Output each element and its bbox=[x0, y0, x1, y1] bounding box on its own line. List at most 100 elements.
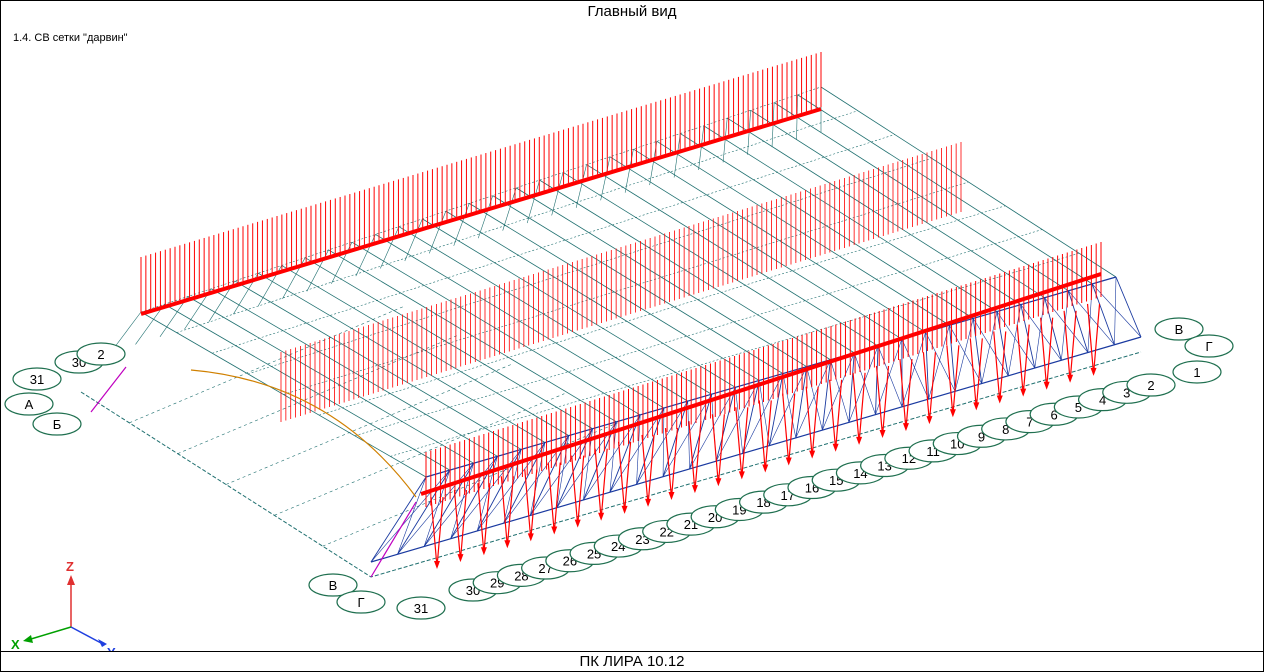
ground-grid-line bbox=[177, 335, 458, 454]
wall-load-arrowhead bbox=[457, 554, 464, 563]
wall-load-arrowhead bbox=[1067, 374, 1074, 383]
z-axis-arrow bbox=[67, 575, 75, 585]
rafter-back bbox=[404, 218, 423, 262]
rafter-front bbox=[492, 195, 784, 374]
wall-load-diagram bbox=[852, 372, 866, 443]
ground-grid-line bbox=[129, 305, 405, 424]
wall-load-arrowhead bbox=[856, 436, 863, 445]
rafter-front bbox=[469, 203, 760, 381]
x-axis-label: X bbox=[11, 637, 20, 651]
rafter-back bbox=[355, 234, 376, 277]
rafter-front bbox=[633, 148, 926, 333]
wall-brace bbox=[423, 456, 498, 547]
wall-load-diagram bbox=[735, 407, 749, 478]
wall-load-arrowhead bbox=[902, 423, 909, 432]
rafter-back bbox=[502, 187, 517, 231]
wall-load-diagram bbox=[922, 352, 937, 423]
window-title: Главный вид bbox=[0, 0, 1264, 23]
wall-load-arrowhead bbox=[1043, 381, 1050, 390]
wall-load-arrowhead bbox=[973, 402, 980, 411]
column-front bbox=[1067, 290, 1089, 353]
wall-brace bbox=[996, 311, 1036, 369]
y-axis-arrow bbox=[98, 639, 107, 647]
wall-load-arrowhead bbox=[621, 505, 628, 514]
wall-load-arrowhead bbox=[598, 512, 605, 521]
wall-brace bbox=[450, 463, 474, 539]
wall-load-diagram bbox=[829, 379, 843, 450]
grid-axis-front-label: 2 bbox=[1147, 378, 1154, 393]
eave-load-chord bbox=[420, 272, 1102, 496]
grid-axis-g-bottom-label: Г bbox=[357, 595, 364, 610]
column-front bbox=[768, 373, 784, 446]
wall-load-arrowhead bbox=[809, 450, 816, 459]
wall-load-diagram bbox=[1063, 310, 1077, 381]
grid-axis-b-label: Б bbox=[53, 417, 62, 432]
column-front bbox=[1115, 276, 1142, 338]
axis-triad: Z X Y bbox=[11, 559, 116, 651]
wall-load-arrowhead bbox=[668, 492, 675, 501]
wall-load-arrowhead bbox=[762, 464, 769, 473]
ridge-load-chord bbox=[140, 107, 822, 316]
wall-load-arrowhead bbox=[832, 443, 839, 452]
wall-load-diagram bbox=[571, 455, 585, 526]
eave-line bbox=[425, 276, 1117, 478]
wall-load-diagram bbox=[875, 365, 890, 437]
wall-load-arrowhead bbox=[785, 457, 792, 466]
grid-axis-31-bottom-label: 31 bbox=[414, 601, 428, 616]
rafter-back bbox=[331, 242, 353, 284]
wall-load-arrowhead bbox=[434, 561, 440, 569]
x-axis-line bbox=[30, 626, 72, 640]
wall-load-diagram bbox=[805, 386, 819, 457]
wall-brace bbox=[370, 469, 451, 563]
wall-load-arrowhead bbox=[480, 547, 487, 556]
wall-load-arrowhead bbox=[949, 409, 956, 418]
wall-load-arrowhead bbox=[879, 429, 886, 438]
wall-load-arrowhead bbox=[691, 485, 698, 494]
wall-load-arrowhead bbox=[926, 416, 933, 425]
brace-magenta bbox=[370, 501, 417, 578]
wall-load-arrowhead bbox=[527, 533, 534, 542]
status-bar: ПК ЛИРА 10.12 bbox=[0, 651, 1264, 672]
roof-purlin bbox=[176, 110, 858, 333]
ground-grid-line bbox=[322, 422, 618, 547]
wall-load-arrowhead bbox=[504, 540, 511, 549]
grid-axis-a-label: А bbox=[25, 397, 34, 412]
wall-load-arrowhead bbox=[996, 395, 1003, 404]
y-axis-line bbox=[70, 626, 102, 644]
x-axis-arrow bbox=[23, 635, 33, 643]
rafter-front bbox=[258, 272, 546, 443]
wall-load-diagram bbox=[1040, 317, 1054, 388]
structure-model[interactable]: 31302АБВГ1ВГ 3130 29 28 27 26 25 24 23 22 21 20 19 18… bbox=[1, 22, 1263, 651]
grid-axis-v-label: В bbox=[1175, 322, 1184, 337]
z-axis-label: Z bbox=[66, 559, 74, 574]
wall-load-diagram bbox=[993, 331, 1007, 402]
wall-brace bbox=[1114, 276, 1117, 345]
wall-load-arrowhead bbox=[551, 526, 558, 535]
wall-load-arrowhead bbox=[738, 471, 745, 480]
wall-load-diagram bbox=[524, 469, 538, 540]
brace-magenta bbox=[90, 366, 127, 413]
wall-brace bbox=[687, 401, 690, 469]
wall-load-diagram bbox=[946, 345, 960, 416]
wall-load-arrowhead bbox=[574, 519, 581, 528]
grid-axis-v-bottom-label: В bbox=[329, 578, 338, 593]
wall-brace bbox=[662, 408, 665, 477]
grid-axis-1-label: 1 bbox=[1193, 365, 1200, 380]
wall-load-diagram bbox=[1086, 303, 1101, 374]
column-front bbox=[1091, 283, 1115, 345]
wall-load-diagram bbox=[758, 400, 772, 471]
rafter-back bbox=[380, 226, 400, 269]
grid-axis-31-label: 31 bbox=[30, 372, 44, 387]
rafter-front bbox=[609, 156, 903, 340]
grid-axis-g-label: Г bbox=[1205, 339, 1212, 354]
grid-axis-2-label: 2 bbox=[97, 347, 104, 362]
model-viewport[interactable]: 1.4. СВ сетки "дарвин" 31 30 2 А Б В Г 1 В Г 31 30 2… bbox=[0, 22, 1264, 651]
wall-brace bbox=[423, 470, 451, 547]
wall-load-diagram bbox=[500, 476, 514, 547]
wall-load-arrowhead bbox=[715, 478, 722, 487]
rafter-front bbox=[515, 187, 807, 367]
wall-brace bbox=[830, 359, 850, 423]
column-front bbox=[370, 476, 427, 563]
wall-load-arrowhead bbox=[645, 498, 652, 507]
wall-load-arrowhead bbox=[1090, 367, 1097, 376]
